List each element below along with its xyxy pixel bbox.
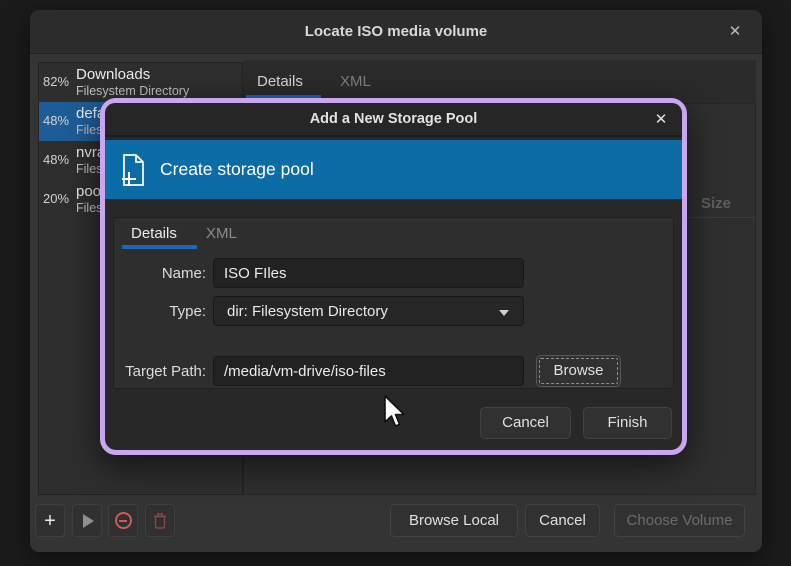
add-pool-button[interactable]: + (35, 504, 65, 537)
type-dropdown[interactable]: dir: Filesystem Directory (213, 296, 524, 326)
cancel-button[interactable]: Cancel (525, 504, 600, 537)
name-input[interactable] (213, 258, 524, 288)
dialog-cancel-button[interactable]: Cancel (480, 407, 571, 439)
dialog-tab-xml[interactable]: XML (206, 225, 237, 242)
start-pool-button[interactable] (72, 504, 102, 537)
type-selected-value: dir: Filesystem Directory (227, 303, 388, 320)
pool-name: Downloads (76, 66, 150, 83)
pool-usage-percent: 82% (43, 74, 73, 89)
create-pool-banner: Create storage pool (105, 140, 682, 199)
stop-icon (115, 512, 132, 529)
type-label: Type: (114, 303, 206, 320)
dialog-finish-button[interactable]: Finish (583, 407, 672, 439)
dialog-active-tab-indicator (122, 245, 197, 249)
window-close-icon[interactable]: ✕ (724, 21, 746, 43)
target-path-input[interactable] (213, 356, 524, 386)
file-plus-icon (119, 152, 147, 188)
play-icon (83, 514, 94, 528)
dialog-notebook: Details XML Name: Type: dir: Filesystem … (113, 217, 674, 389)
banner-title: Create storage pool (160, 159, 314, 180)
name-label: Name: (114, 265, 206, 282)
screen: Locate ISO media volume ✕ 82% Downloads … (0, 0, 791, 566)
pool-type: Filesystem Directory (76, 84, 189, 98)
window-titlebar: Locate ISO media volume ✕ (30, 10, 762, 54)
delete-pool-button[interactable] (145, 504, 175, 537)
dialog-titlebar: Add a New Storage Pool ✕ (105, 103, 682, 137)
pool-usage-percent: 48% (43, 152, 73, 167)
pool-usage-percent: 48% (43, 113, 73, 128)
browse-local-button[interactable]: Browse Local (390, 504, 518, 537)
plus-icon: + (44, 511, 56, 531)
dialog-title: Add a New Storage Pool (105, 103, 682, 136)
window-title: Locate ISO media volume (30, 10, 762, 54)
tab-xml[interactable]: XML (340, 73, 371, 90)
trash-icon (153, 512, 167, 529)
chevron-down-icon (499, 310, 509, 316)
stop-pool-button[interactable] (108, 504, 138, 537)
main-tabstrip: Details XML (243, 60, 756, 103)
target-path-label: Target Path: (114, 363, 206, 380)
column-header-size[interactable]: Size (701, 195, 731, 212)
dialog-tab-details[interactable]: Details (131, 225, 177, 242)
choose-volume-button[interactable]: Choose Volume (614, 504, 745, 537)
pool-usage-percent: 20% (43, 191, 73, 206)
add-storage-pool-dialog: Add a New Storage Pool ✕ Create storage … (100, 98, 687, 455)
dialog-close-icon[interactable]: ✕ (651, 110, 671, 130)
tab-details[interactable]: Details (257, 73, 303, 90)
pool-row-downloads[interactable]: 82% Downloads Filesystem Directory (39, 63, 242, 102)
browse-button[interactable]: Browse (536, 355, 621, 387)
